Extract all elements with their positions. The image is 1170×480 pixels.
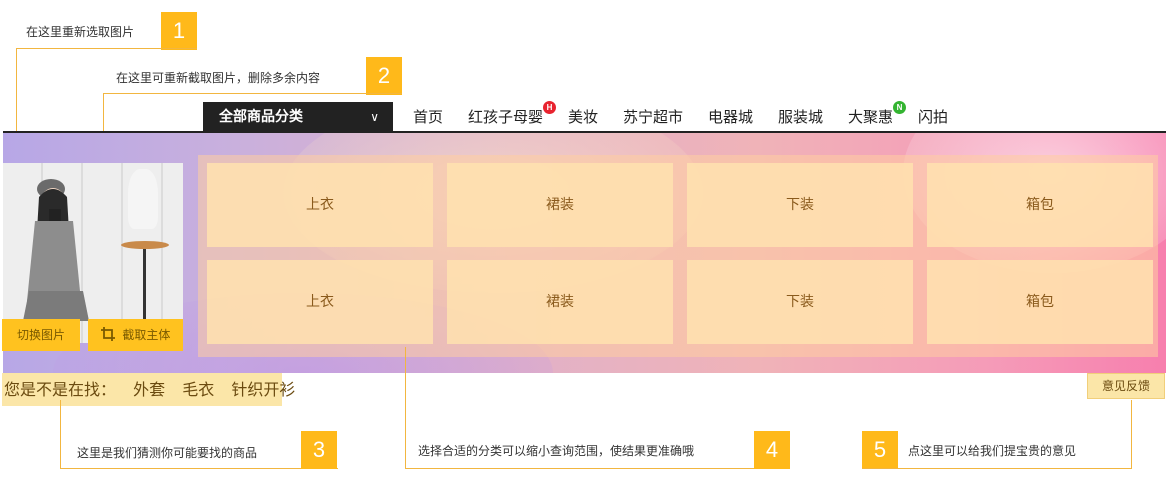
nav-item-deals[interactable]: 大聚惠 (848, 106, 893, 127)
nav-item-baby[interactable]: 红孩子母婴 (468, 106, 543, 127)
callout-1-text: 在这里重新选取图片 (26, 25, 135, 39)
category-tile-bags[interactable]: 箱包 (927, 163, 1153, 247)
callout-3-line-v (60, 400, 61, 468)
callout-3-line-h (60, 468, 338, 469)
nav-item-flash-auction[interactable]: 闪拍 (918, 106, 948, 127)
all-categories-label: 全部商品分类 (219, 109, 303, 125)
suggestion-keyword[interactable]: 毛衣 (182, 380, 214, 399)
person-figure (23, 179, 89, 335)
hot-badge: H (543, 101, 556, 114)
category-tile-bottoms[interactable]: 下装 (687, 163, 913, 247)
callout-1-number: 1 (161, 12, 197, 50)
category-tile-bags[interactable]: 箱包 (927, 260, 1153, 344)
nav-item-home[interactable]: 首页 (413, 106, 443, 127)
callout-2-text: 在这里可重新截取图片，删除多余内容 (116, 71, 321, 85)
nav-item-beauty[interactable]: 美妆 (568, 106, 598, 127)
switch-image-label: 切换图片 (16, 328, 65, 342)
suggestion-prompt: 您是不是在找： (4, 380, 117, 399)
suggestion-keyword[interactable]: 外套 (133, 380, 165, 399)
category-tile-bottoms[interactable]: 下装 (687, 260, 913, 344)
search-photo (3, 163, 183, 343)
callout-4-number: 4 (754, 431, 790, 469)
nav-item-electronics[interactable]: 电器城 (708, 106, 753, 127)
suggestion-bar: 您是不是在找： 外套 毛衣 针织开衫 (2, 373, 295, 406)
callout-5-number: 5 (862, 431, 898, 469)
callout-4-line-v (405, 347, 406, 468)
suggestion-keyword[interactable]: 针织开衫 (231, 380, 295, 399)
callout-4-line-h (405, 468, 790, 469)
crop-subject-label: 截取主体 (122, 328, 171, 342)
callout-5-line-v (1131, 400, 1132, 469)
crop-icon (100, 327, 115, 341)
category-tile-tops[interactable]: 上衣 (207, 260, 433, 344)
callout-3-number: 3 (301, 431, 337, 469)
callout-2-line-h (103, 93, 402, 94)
callout-2-number: 2 (366, 57, 402, 95)
callout-3-text: 这里是我们猜测你可能要找的商品 (77, 446, 258, 460)
chevron-down-icon: ∨ (370, 110, 379, 124)
new-badge: N (893, 101, 906, 114)
crop-subject-button[interactable]: 截取主体 (88, 319, 183, 351)
category-tile-dresses[interactable]: 裙装 (447, 260, 673, 344)
callout-5-text: 点这里可以给我们提宝贵的意见 (908, 444, 1077, 458)
switch-image-button[interactable]: 切换图片 (2, 319, 80, 351)
feedback-button[interactable]: 意见反馈 (1087, 373, 1165, 399)
callout-4-text: 选择合适的分类可以缩小查询范围，使结果更准确哦 (418, 444, 695, 458)
category-tile-tops[interactable]: 上衣 (207, 163, 433, 247)
nav-item-supermarket[interactable]: 苏宁超市 (623, 106, 683, 127)
nav-item-clothing[interactable]: 服装城 (778, 106, 823, 127)
category-tile-dresses[interactable]: 裙装 (447, 163, 673, 247)
callout-1-line-h (16, 48, 197, 49)
all-categories-button[interactable]: 全部商品分类 ∨ (203, 102, 393, 133)
callout-5-line-h (862, 468, 1132, 469)
